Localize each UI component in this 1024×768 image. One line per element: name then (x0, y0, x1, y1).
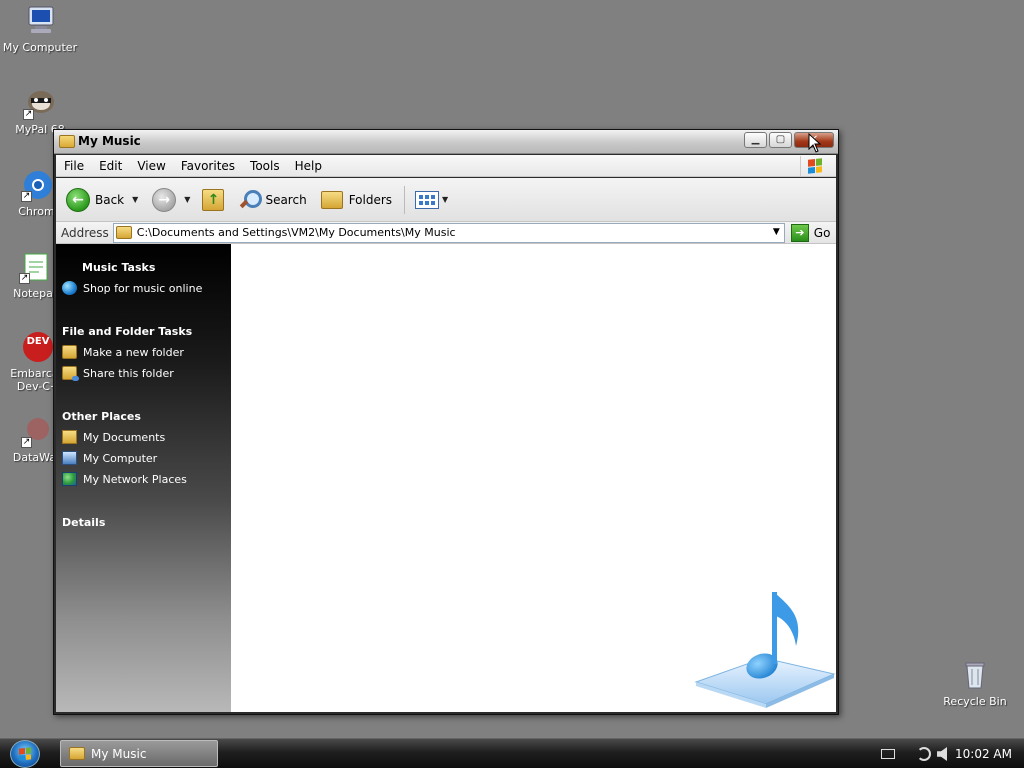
my-computer-icon (23, 4, 57, 38)
datawag-icon: ↗ (21, 414, 55, 448)
back-button[interactable]: ← Back ▼ (66, 187, 138, 212)
menu-bar: File Edit View Favorites Tools Help (56, 155, 836, 177)
toolbar: ← Back ▼ → ▼ ↑ Search Folders ▼ (56, 178, 836, 222)
shortcut-arrow-icon: ↗ (21, 191, 32, 202)
my-computer-icon (62, 451, 77, 465)
shop-music-online-link[interactable]: Shop for music online (62, 281, 225, 295)
new-folder-icon (62, 345, 77, 359)
link-label: My Documents (83, 430, 166, 444)
menu-edit[interactable]: Edit (99, 159, 122, 173)
share-folder-link[interactable]: Share this folder (62, 366, 225, 381)
minimize-button[interactable]: ▁ (744, 132, 767, 148)
task-pane: Music Tasks Shop for music online File a… (56, 244, 231, 712)
link-label: My Network Places (83, 472, 187, 486)
address-path: C:\Documents and Settings\VM2\My Documen… (136, 226, 456, 239)
address-input[interactable]: C:\Documents and Settings\VM2\My Documen… (112, 222, 785, 243)
search-button[interactable]: Search (238, 189, 307, 211)
search-icon (238, 189, 263, 211)
taskbar: My Music 10:02 AM (0, 738, 1024, 768)
mypal-icon: ↗ (23, 86, 57, 120)
details-heading[interactable]: Details (62, 516, 225, 529)
title-bar[interactable]: My Music ▁ ▢ ✕ (54, 130, 838, 154)
network-icon[interactable] (917, 747, 932, 761)
up-folder-icon: ↑ (202, 188, 225, 211)
link-label: My Computer (83, 451, 158, 465)
devcpp-icon: DEV (21, 330, 55, 364)
chromium-icon: ↗ (21, 168, 55, 202)
shortcut-arrow-icon: ↗ (19, 273, 30, 284)
forward-dropdown-icon[interactable]: ▼ (184, 195, 190, 204)
folders-button[interactable]: Folders (320, 190, 393, 209)
folder-icon (59, 135, 75, 148)
search-label: Search (265, 192, 307, 207)
back-arrow-icon: ← (66, 187, 90, 212)
views-dropdown-icon[interactable]: ▼ (442, 195, 448, 204)
network-places-icon (62, 472, 77, 486)
go-label: Go (813, 225, 831, 240)
mouse-cursor-icon (808, 133, 822, 153)
volume-icon[interactable] (937, 747, 948, 761)
link-label: Make a new folder (83, 345, 184, 359)
keyboard-icon[interactable] (881, 749, 896, 759)
window-title: My Music (78, 134, 141, 148)
toolbar-separator (404, 185, 406, 214)
forward-arrow-icon: → (152, 187, 177, 212)
address-dropdown-icon[interactable]: ▼ (773, 227, 780, 237)
my-network-places-link[interactable]: My Network Places (62, 472, 225, 486)
address-label: Address (61, 225, 109, 240)
explorer-window: My Music ▁ ▢ ✕ File Edit View Favorites … (53, 129, 839, 715)
desktop-icon-label: Recycle Bin (943, 695, 1007, 708)
system-tray: 10:02 AM (881, 739, 1012, 768)
my-computer-link[interactable]: My Computer (62, 451, 225, 465)
taskbar-button-label: My Music (91, 746, 147, 761)
views-button[interactable]: ▼ (415, 190, 448, 209)
recycle-bin-icon (958, 658, 992, 692)
my-documents-link[interactable]: My Documents (62, 430, 225, 444)
maximize-button[interactable]: ▢ (769, 132, 792, 148)
windows-logo-icon (19, 747, 31, 761)
link-label: Share this folder (83, 366, 174, 380)
menu-favorites[interactable]: Favorites (181, 159, 235, 173)
link-label: Shop for music online (83, 281, 203, 295)
my-documents-icon (62, 430, 77, 444)
go-arrow-icon: ➔ (790, 223, 809, 242)
folder-content-area[interactable] (231, 244, 836, 712)
folder-icon (115, 226, 132, 239)
file-folder-tasks-heading[interactable]: File and Folder Tasks (62, 325, 225, 338)
music-tasks-heading[interactable]: Music Tasks (82, 261, 225, 274)
desktop-icon-label: My Computer (2, 41, 78, 54)
folder-icon (69, 747, 85, 760)
up-folder-button[interactable]: ↑ (198, 188, 230, 211)
forward-button[interactable]: → ▼ (152, 187, 190, 212)
windows-logo-icon (800, 156, 828, 176)
menu-file[interactable]: File (64, 159, 84, 173)
start-button[interactable] (10, 740, 40, 768)
menu-tools[interactable]: Tools (250, 159, 280, 173)
other-places-heading[interactable]: Other Places (62, 410, 225, 423)
notepad-icon: ↗ (19, 250, 53, 284)
folders-icon (320, 190, 343, 209)
folders-label: Folders (348, 192, 393, 207)
menu-view[interactable]: View (137, 159, 165, 173)
desktop-icon-recycle-bin[interactable]: Recycle Bin (937, 658, 1013, 708)
taskbar-button-my-music[interactable]: My Music (60, 740, 218, 767)
shortcut-arrow-icon: ↗ (23, 109, 34, 120)
share-folder-icon (62, 366, 79, 381)
back-dropdown-icon[interactable]: ▼ (132, 195, 138, 204)
back-label: Back (95, 192, 125, 207)
desktop-icon-my-computer[interactable]: My Computer (2, 4, 78, 54)
music-note-watermark-icon (694, 592, 836, 708)
make-new-folder-link[interactable]: Make a new folder (62, 345, 225, 359)
menu-help[interactable]: Help (295, 159, 322, 173)
address-bar: Address C:\Documents and Settings\VM2\My… (56, 222, 836, 244)
views-icon (415, 190, 440, 209)
devcpp-badge: DEV (26, 336, 50, 347)
clock[interactable]: 10:02 AM (955, 747, 1012, 761)
shortcut-arrow-icon: ↗ (21, 437, 32, 448)
globe-icon (62, 281, 77, 295)
go-button[interactable]: ➔ Go (790, 223, 831, 242)
